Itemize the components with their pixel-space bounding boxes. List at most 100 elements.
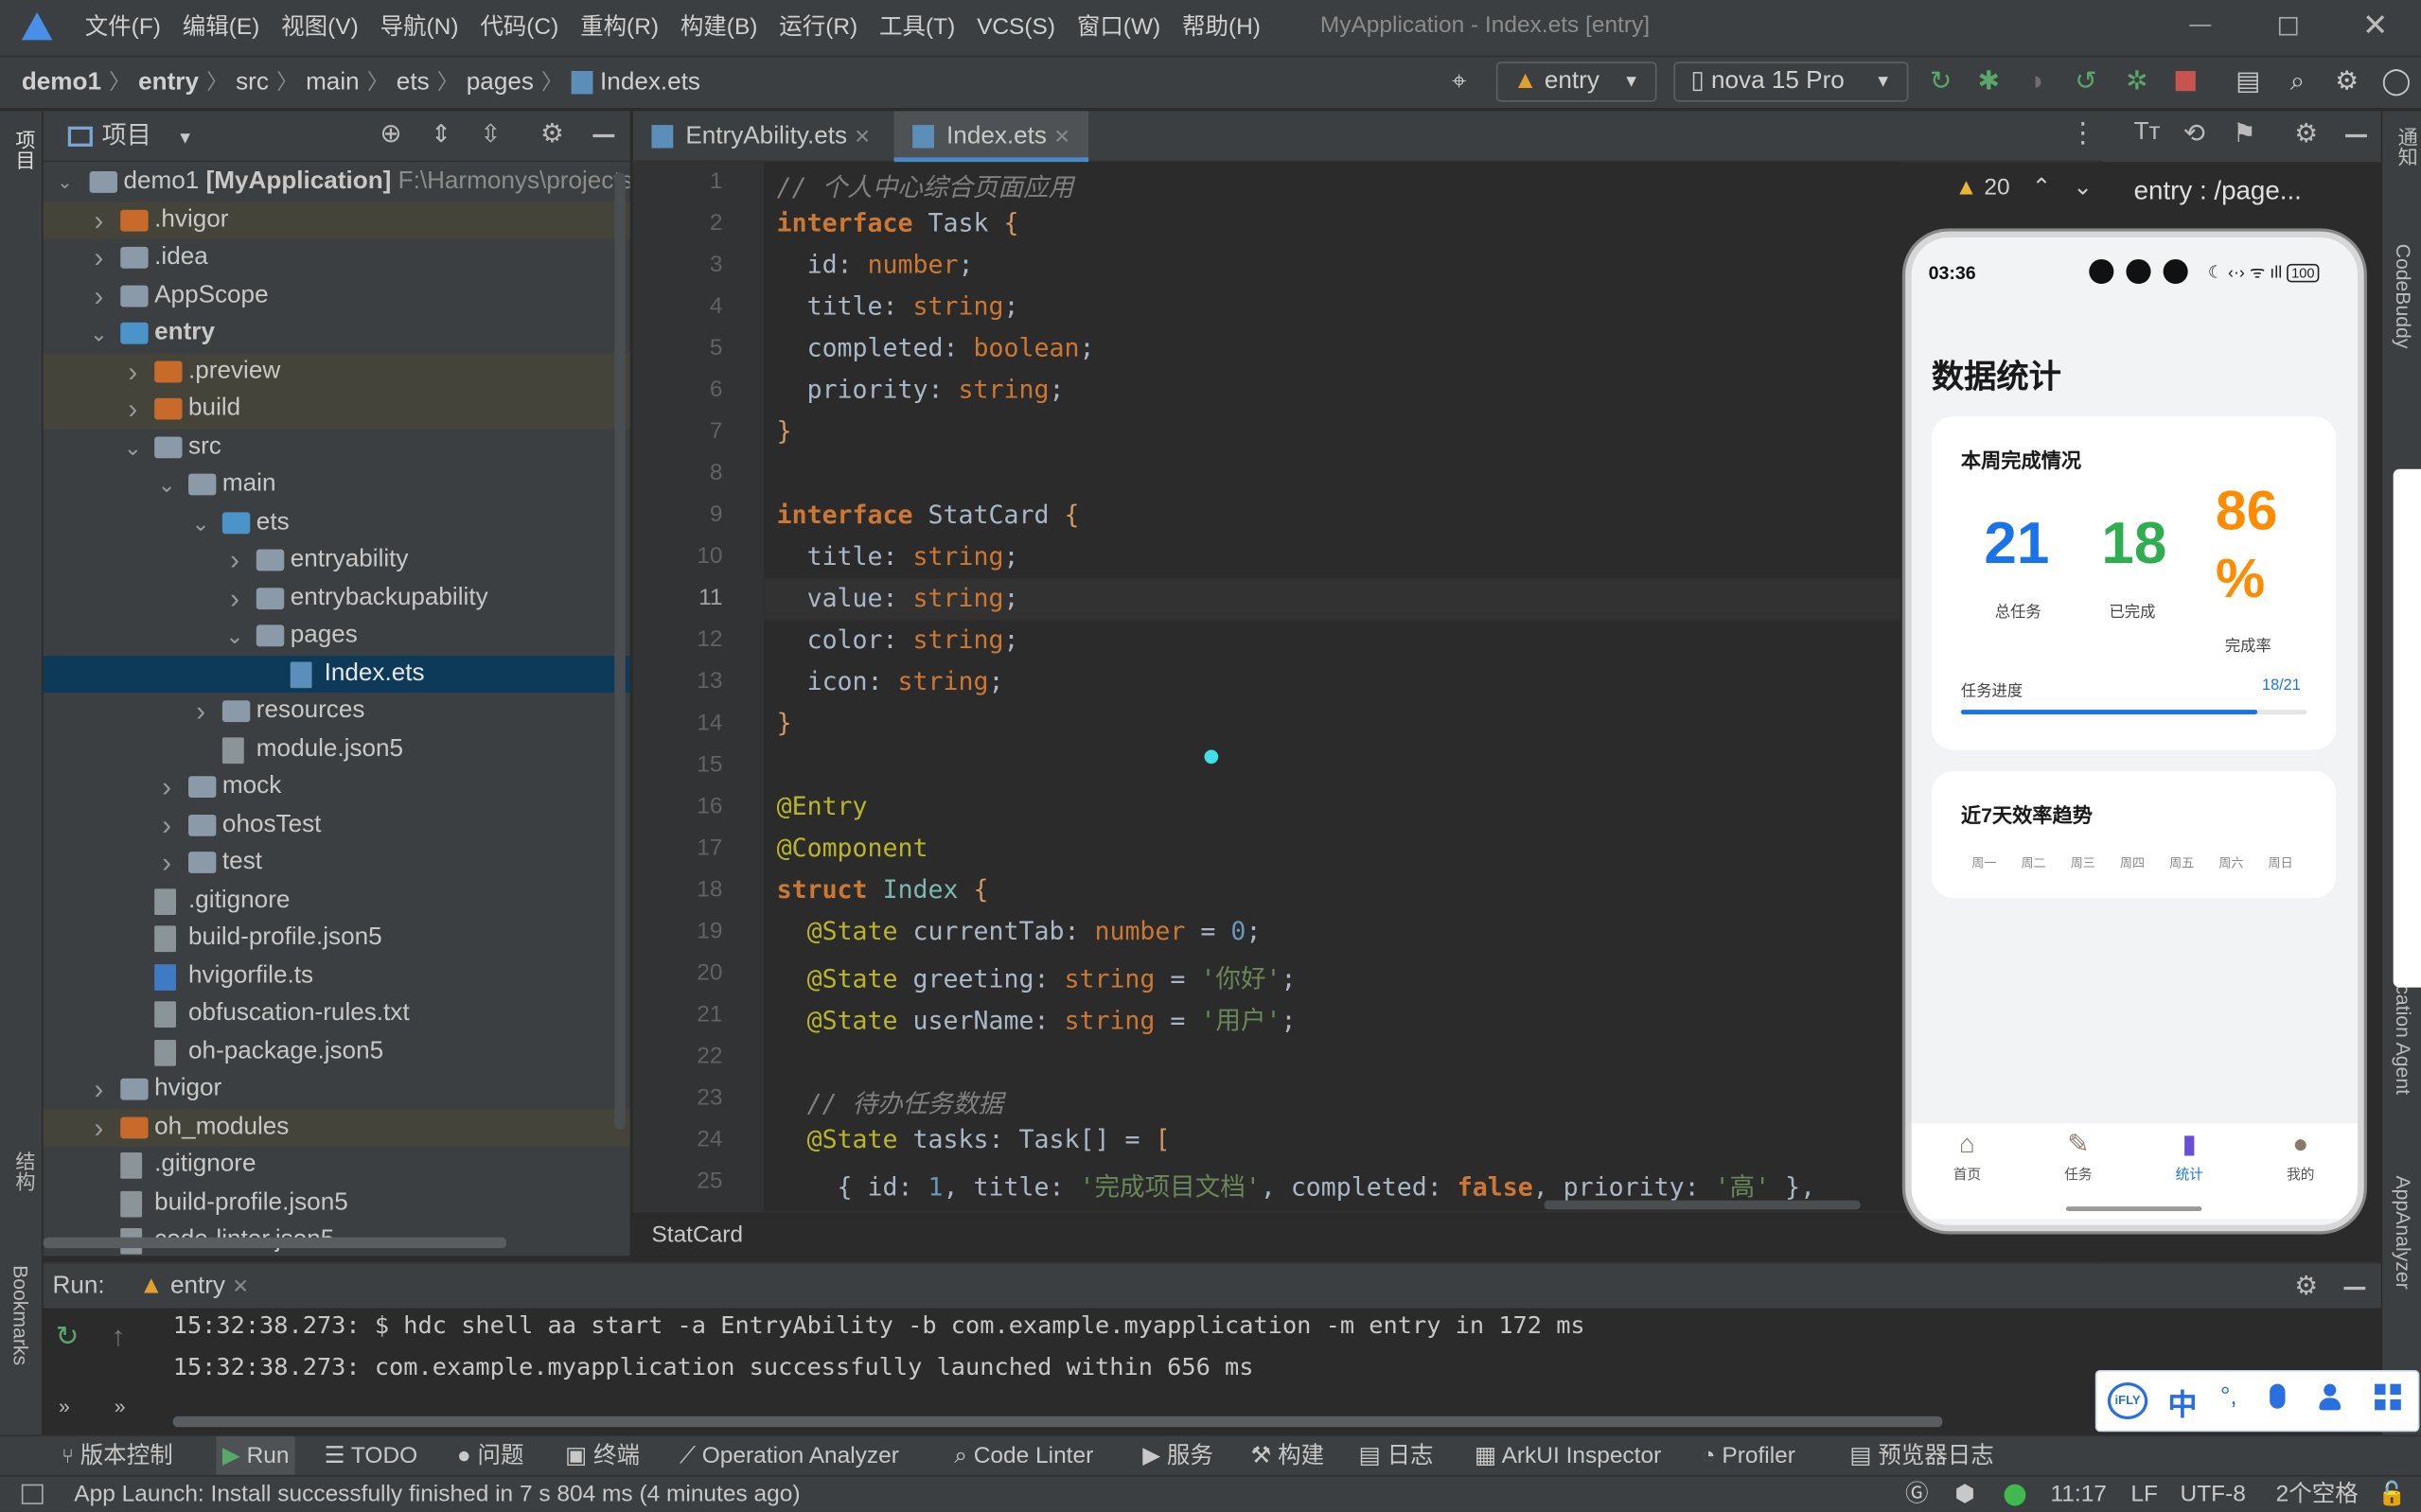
refresh-icon[interactable]: ⟲ xyxy=(2183,119,2205,150)
tool-operation-analyzer[interactable]: ⟋ Operation Analyzer xyxy=(680,1436,899,1476)
menu-edit[interactable]: 编辑(E) xyxy=(183,0,260,56)
project-view-select[interactable]: 项目 ▼ xyxy=(102,111,194,165)
tree-hscrollbar[interactable] xyxy=(43,1237,507,1249)
tree-root[interactable]: ⌄ demo1 [MyApplication] F:\Harmonys\proj… xyxy=(44,164,629,202)
menu-help[interactable]: 帮助(H) xyxy=(1182,0,1261,56)
tree-item[interactable]: › .hvigor xyxy=(43,201,630,239)
tree-item[interactable]: › hvigor xyxy=(44,1071,630,1109)
attach-debugger-icon[interactable]: ◗ xyxy=(2023,66,2054,97)
chevron-down-icon[interactable]: ⌄ xyxy=(157,466,176,503)
console-hscrollbar[interactable] xyxy=(172,1415,1943,1428)
tree-item[interactable]: obfuscation-rules.txt xyxy=(44,995,630,1033)
menu-run[interactable]: 运行(R) xyxy=(779,0,857,56)
hide-panel-icon[interactable] xyxy=(2345,133,2367,138)
chevron-down-icon[interactable]: ⌄ xyxy=(191,503,210,541)
chevron-right-icon[interactable]: › xyxy=(124,353,143,391)
breadcrumb-file[interactable]: Index.ets xyxy=(600,57,700,109)
lock-icon[interactable]: 🔓 xyxy=(2377,1476,2406,1512)
account-icon[interactable]: ◯ xyxy=(2381,66,2412,97)
line-separator[interactable]: LF xyxy=(2130,1476,2158,1512)
tree-item[interactable]: Index.ets xyxy=(43,655,630,694)
tree-item[interactable]: › resources xyxy=(44,693,630,730)
phone-tab-1[interactable]: ✎ 任务 xyxy=(2023,1123,2133,1201)
device-select[interactable]: ▯ nova 15 Pro ▼ xyxy=(1673,62,1909,102)
breadcrumb-main[interactable]: main xyxy=(306,57,360,109)
chevron-right-icon[interactable]: › xyxy=(157,806,176,844)
ime-punctuation[interactable]: °, xyxy=(2220,1384,2237,1412)
plugin-icon[interactable]: ⬢ xyxy=(1954,1476,1974,1512)
run-tab-entry[interactable]: ▲ entry ✕ xyxy=(139,1263,249,1310)
more-tabs-icon[interactable]: ⋮ xyxy=(2069,117,2096,149)
tree-item[interactable]: build-profile.json5 xyxy=(44,1184,630,1222)
tool-log[interactable]: ▤ 日志 xyxy=(1359,1436,1434,1476)
tree-item[interactable]: › entryability xyxy=(44,541,630,579)
tool-version-control[interactable]: ⑂ 版本控制 xyxy=(62,1436,172,1476)
tree-item[interactable]: › .preview xyxy=(43,352,630,391)
tool-previewer-log[interactable]: ▤ 预览器日志 xyxy=(1849,1436,1993,1476)
menu-file[interactable]: 文件(F) xyxy=(85,0,161,56)
locate-icon[interactable]: ⊕ xyxy=(380,119,401,150)
menu-window[interactable]: 窗口(W) xyxy=(1077,0,1160,56)
notifications-tab[interactable]: 通知 xyxy=(2392,127,2421,167)
breadcrumb-src[interactable]: src xyxy=(236,57,269,109)
expand-icon[interactable]: » xyxy=(115,1395,126,1417)
chevron-up-icon[interactable]: ⌃ xyxy=(2032,174,2052,201)
stop-icon[interactable] xyxy=(2175,71,2196,92)
tool-services[interactable]: ▶ 服务 xyxy=(1142,1436,1213,1476)
rerun-icon[interactable]: ↻ xyxy=(56,1321,80,1353)
agent-tab[interactable]: cation Agent xyxy=(2392,984,2414,1095)
tree-item[interactable]: build-profile.json5 xyxy=(44,920,630,958)
status-indicator-icon[interactable] xyxy=(2004,1484,2026,1506)
inspection-widget[interactable]: ▲ 20 ⌃ ⌄ xyxy=(1954,173,2093,201)
tool-build[interactable]: ⚒ 构建 xyxy=(1250,1436,1324,1476)
code-editor[interactable]: // 个人中心综合页面应用 interface Task { id: number… xyxy=(764,162,1901,1212)
run-config-select[interactable]: ▲ entry ▼ xyxy=(1495,62,1657,102)
font-size-icon[interactable]: Tт xyxy=(2134,119,2161,147)
rerun-icon[interactable]: ↻ xyxy=(1925,66,1956,97)
tree-item[interactable]: ⌄ src xyxy=(44,428,630,466)
status-message[interactable]: App Launch: Install successfully finishe… xyxy=(74,1476,800,1512)
hide-panel-icon[interactable] xyxy=(592,133,615,138)
tree-item[interactable]: › ohosTest xyxy=(44,806,630,844)
tool-terminal[interactable]: ▣ 终端 xyxy=(565,1436,640,1476)
git-icon[interactable]: Ⓖ xyxy=(1905,1476,1928,1512)
profile-icon[interactable]: ✲ xyxy=(2122,66,2153,97)
breadcrumb-pages[interactable]: pages xyxy=(467,57,534,109)
menu-navigate[interactable]: 导航(N) xyxy=(380,0,459,56)
settings-icon[interactable]: ⚙ xyxy=(2331,66,2362,97)
close-tab-icon[interactable]: ✕ xyxy=(232,1275,249,1297)
chevron-right-icon[interactable]: › xyxy=(157,844,176,882)
tree-item[interactable]: ⌄ ets xyxy=(44,503,630,541)
chevron-right-icon[interactable]: › xyxy=(191,693,210,730)
chevron-down-icon[interactable]: ⌄ xyxy=(225,617,244,655)
target-icon[interactable]: ⌖ xyxy=(1443,66,1475,97)
footer-breadcrumb[interactable]: StatCard xyxy=(651,1213,743,1259)
restore-icon[interactable] xyxy=(2278,16,2298,36)
menu-refactor[interactable]: 重构(R) xyxy=(580,0,659,56)
close-tab-icon[interactable]: ✕ xyxy=(854,125,871,148)
phone-tab-3[interactable]: ● 我的 xyxy=(2245,1123,2356,1201)
tree-item[interactable]: module.json5 xyxy=(44,730,630,768)
breadcrumb-ets[interactable]: ets xyxy=(397,57,430,109)
chevron-right-icon[interactable]: › xyxy=(90,239,109,277)
microphone-icon[interactable] xyxy=(2270,1383,2286,1409)
tree-item[interactable]: › build xyxy=(43,390,630,429)
apps-icon[interactable] xyxy=(2375,1383,2402,1412)
chevron-right-icon[interactable]: › xyxy=(225,541,244,579)
ifly-logo-icon[interactable]: iFLY xyxy=(2107,1382,2148,1420)
tool-profiler[interactable]: ◔ Profiler xyxy=(1702,1436,1795,1476)
chevron-down-icon[interactable]: ⌄ xyxy=(2073,174,2093,201)
tree-item[interactable]: › oh_modules xyxy=(43,1108,630,1147)
tree-item[interactable]: hvigorfile.ts xyxy=(44,958,630,995)
search-icon[interactable]: ⌕ xyxy=(2282,66,2313,97)
run-console[interactable]: ↻ ↑ » » 15:32:38.273: $ hdc shell aa sta… xyxy=(43,1308,2381,1435)
inspector-icon[interactable]: ⚑ xyxy=(2233,119,2256,150)
chevron-down-icon[interactable]: ⌄ xyxy=(90,315,109,353)
tree-item[interactable]: › entrybackupability xyxy=(44,579,630,617)
preview-route[interactable]: entry : /page... xyxy=(2134,176,2302,207)
menu-view[interactable]: 视图(V) xyxy=(281,0,359,56)
gear-icon[interactable]: ⚙ xyxy=(540,119,564,150)
minimize-icon[interactable] xyxy=(2189,25,2212,26)
tree-item[interactable]: › AppScope xyxy=(44,277,630,315)
caret-position[interactable]: 11:17 xyxy=(2050,1476,2106,1512)
